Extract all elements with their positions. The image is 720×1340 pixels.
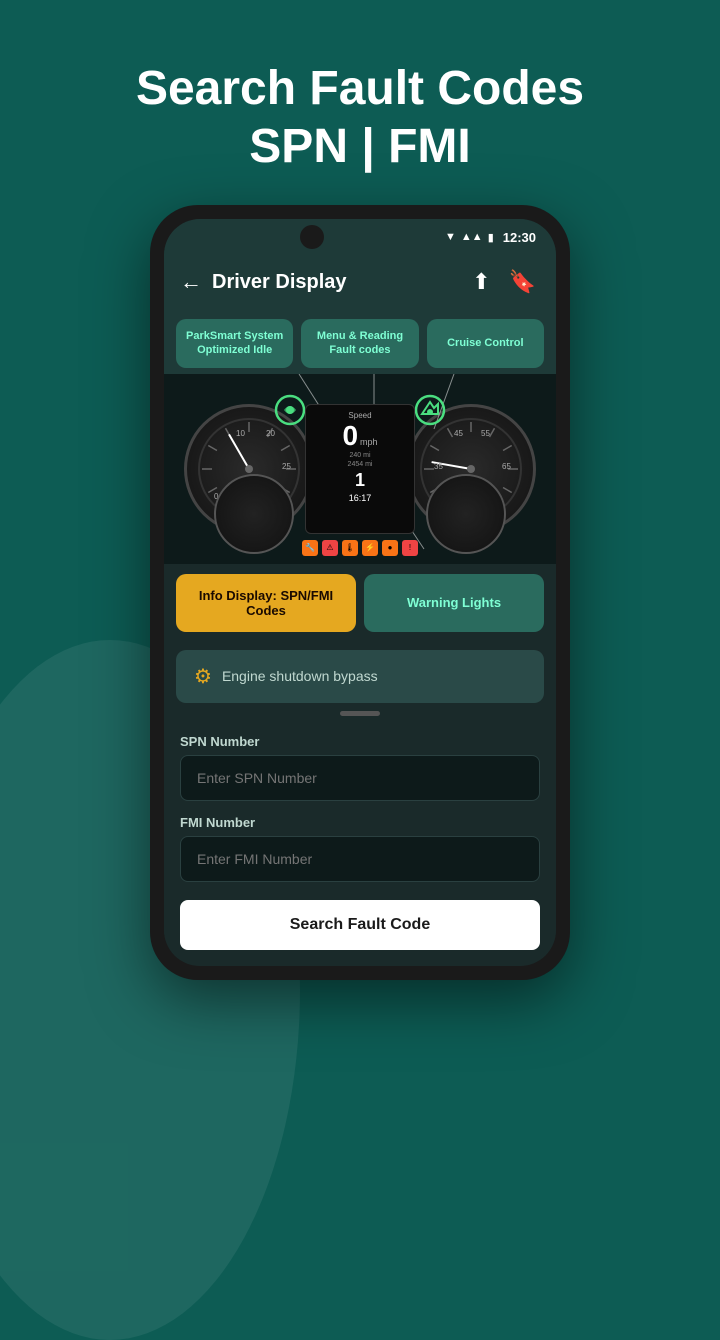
center-display: Speed 0 mph 240 mi 2454 mi 1 16:17 <box>305 404 415 534</box>
status-time: 12:30 <box>503 230 536 245</box>
title-line1: Search Fault Codes <box>136 62 584 115</box>
engine-shutdown-text: Engine shutdown bypass <box>222 668 378 684</box>
odometer2: 2454 mi <box>348 461 373 468</box>
phone-frame: ▼ ▲▲ ▮ 12:30 ← Driver Display ⬆ 🔖 ParkSm… <box>150 205 570 980</box>
search-fault-button[interactable]: Search Fault Code <box>180 900 540 950</box>
share-icon[interactable]: ⬆ <box>468 265 494 299</box>
svg-text:45: 45 <box>454 429 463 438</box>
speed-unit: mph <box>360 437 378 447</box>
spn-label: SPN Number <box>180 734 540 749</box>
dashboard-background: 0 10 20 25 <box>164 374 556 564</box>
camera-notch <box>300 225 324 249</box>
engine-shutdown-bar[interactable]: ⚙ Engine shutdown bypass <box>176 650 544 703</box>
battery-icon: ▮ <box>488 231 494 244</box>
warn-engine: 🔧 <box>302 540 318 556</box>
display-time: 16:17 <box>349 493 372 503</box>
form-section: SPN Number FMI Number Search Fault Code <box>164 726 556 966</box>
title-line2: SPN | FMI <box>249 120 470 173</box>
svg-text:65: 65 <box>502 462 511 471</box>
inner-gauge-right <box>426 474 506 554</box>
tab-row: Info Display: SPN/FMI Codes Warning Ligh… <box>176 574 544 632</box>
right-indicator-icon <box>414 394 446 433</box>
fmi-label: FMI Number <box>180 815 540 830</box>
phone-mockup: ▼ ▲▲ ▮ 12:30 ← Driver Display ⬆ 🔖 ParkSm… <box>150 205 570 980</box>
drag-handle[interactable] <box>340 711 380 716</box>
dashboard-area: 0 10 20 25 <box>164 374 556 564</box>
speed-label: Speed <box>348 411 371 420</box>
svg-text:35: 35 <box>434 462 443 471</box>
gear-indicator: 1 <box>355 470 365 491</box>
odometer1: 240 mi <box>349 452 370 459</box>
fmi-input[interactable] <box>180 836 540 882</box>
status-icons: ▼ ▲▲ ▮ 12:30 <box>445 230 536 245</box>
quick-buttons-row: ParkSmart System Optimized Idle Menu & R… <box>164 309 556 374</box>
quick-btn-parksmart[interactable]: ParkSmart System Optimized Idle <box>176 319 293 368</box>
inner-gauge-left <box>214 474 294 554</box>
left-indicator-icon <box>274 394 306 433</box>
wifi-icon: ▼ <box>445 231 456 243</box>
warn-tire: ● <box>382 540 398 556</box>
page-header: Search Fault Codes SPN | FMI <box>96 0 624 205</box>
spn-input[interactable] <box>180 755 540 801</box>
back-button[interactable]: ← <box>180 269 202 295</box>
quick-btn-menu[interactable]: Menu & Reading Fault codes <box>301 319 418 368</box>
svg-text:10: 10 <box>236 429 245 438</box>
warn-temp: 🌡 <box>342 540 358 556</box>
svg-text:25: 25 <box>282 462 291 471</box>
engine-shutdown-icon: ⚙ <box>194 664 212 689</box>
quick-btn-cruise[interactable]: Cruise Control <box>427 319 544 368</box>
page-title: Search Fault Codes SPN | FMI <box>136 60 584 175</box>
warn-oil: ⚠ <box>322 540 338 556</box>
status-bar: ▼ ▲▲ ▮ 12:30 <box>164 219 556 255</box>
app-bar: ← Driver Display ⬆ 🔖 <box>164 255 556 309</box>
app-bar-title: Driver Display <box>212 271 458 294</box>
phone-screen: ▼ ▲▲ ▮ 12:30 ← Driver Display ⬆ 🔖 ParkSm… <box>164 219 556 966</box>
tab-info-display[interactable]: Info Display: SPN/FMI Codes <box>176 574 356 632</box>
bookmark-icon[interactable]: 🔖 <box>505 265 540 299</box>
speed-value: 0 <box>342 422 358 450</box>
warning-icons: 🔧 ⚠ 🌡 ⚡ ● ! <box>302 540 418 556</box>
tab-warning-lights[interactable]: Warning Lights <box>364 574 544 632</box>
notch-area <box>184 225 439 249</box>
signal-icon: ▲▲ <box>461 231 483 243</box>
tab-section: Info Display: SPN/FMI Codes Warning Ligh… <box>164 564 556 642</box>
svg-text:55: 55 <box>481 429 490 438</box>
warn-brake: ! <box>402 540 418 556</box>
warn-battery: ⚡ <box>362 540 378 556</box>
